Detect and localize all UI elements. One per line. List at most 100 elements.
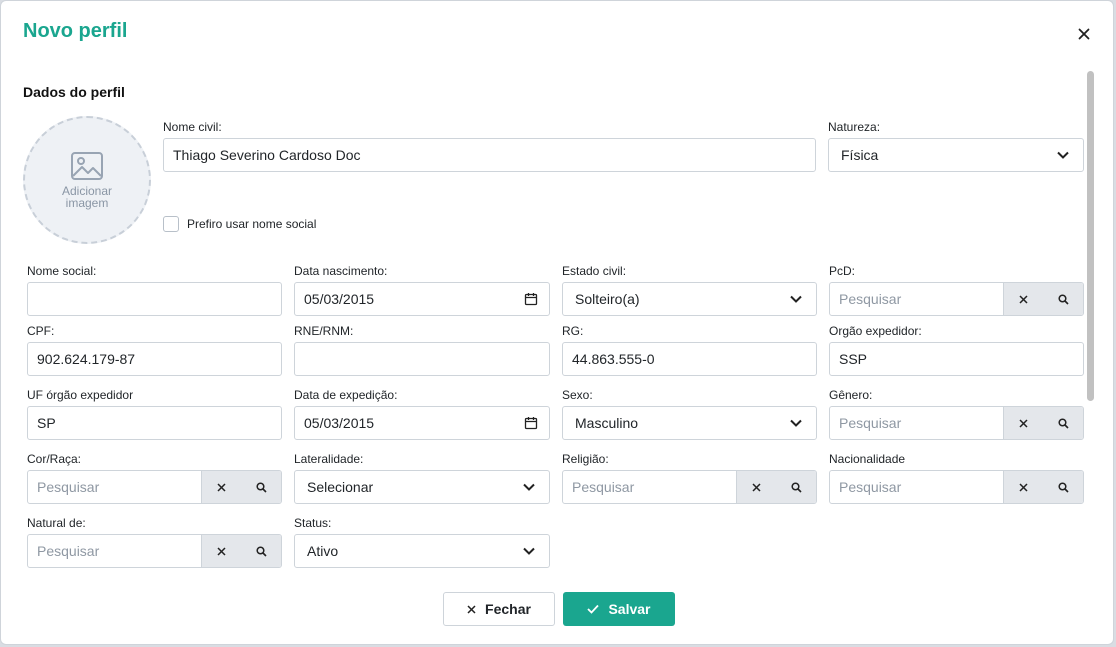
orgao-expedidor-label: Orgão expedidor: bbox=[829, 324, 922, 338]
lateralidade-label: Lateralidade: bbox=[294, 452, 364, 466]
close-icon bbox=[1019, 482, 1028, 492]
pcd-label: PcD: bbox=[829, 264, 856, 278]
religiao-label: Religião: bbox=[562, 452, 609, 466]
calendar-icon[interactable] bbox=[524, 416, 538, 430]
uf-orgao-value: SP bbox=[37, 415, 56, 431]
nome-social-input[interactable] bbox=[27, 282, 282, 316]
data-expedicao-input[interactable]: 05/03/2015 bbox=[294, 406, 550, 440]
status-select[interactable]: Ativo bbox=[294, 534, 550, 568]
cor-raca-search-field[interactable]: Pesquisar bbox=[27, 470, 282, 504]
close-button[interactable]: Fechar bbox=[443, 592, 555, 626]
close-icon bbox=[752, 482, 761, 492]
cor-raca-search-button[interactable] bbox=[241, 471, 281, 503]
status-label: Status: bbox=[294, 516, 332, 530]
chevron-down-icon bbox=[523, 483, 535, 491]
data-nascimento-label: Data nascimento: bbox=[294, 264, 388, 278]
religiao-search-field[interactable]: Pesquisar bbox=[562, 470, 817, 504]
natural-de-clear-button[interactable] bbox=[201, 535, 241, 567]
close-icon bbox=[467, 604, 476, 614]
nome-civil-input[interactable]: Thiago Severino Cardoso Doc bbox=[163, 138, 816, 172]
religiao-search-button[interactable] bbox=[776, 471, 816, 503]
close-icon[interactable] bbox=[1075, 25, 1093, 43]
sexo-select[interactable]: Masculino bbox=[562, 406, 817, 440]
data-nascimento-input[interactable]: 05/03/2015 bbox=[294, 282, 550, 316]
check-icon bbox=[587, 604, 600, 614]
chevron-down-icon bbox=[790, 295, 802, 303]
nacionalidade-search-button[interactable] bbox=[1043, 471, 1083, 503]
search-icon bbox=[255, 545, 267, 557]
orgao-expedidor-input[interactable]: SSP bbox=[829, 342, 1084, 376]
pcd-clear-button[interactable] bbox=[1003, 283, 1043, 315]
cpf-input[interactable]: 902.624.179-87 bbox=[27, 342, 282, 376]
new-profile-modal: Novo perfil Dados do perfil Adicionar im… bbox=[0, 0, 1114, 645]
search-icon bbox=[1057, 417, 1069, 429]
data-expedicao-value: 05/03/2015 bbox=[304, 415, 375, 431]
section-title: Dados do perfil bbox=[23, 84, 125, 100]
estado-civil-label: Estado civil: bbox=[562, 264, 627, 278]
uf-orgao-input[interactable]: SP bbox=[27, 406, 282, 440]
cpf-label: CPF: bbox=[27, 324, 55, 338]
genero-label: Gênero: bbox=[829, 388, 873, 402]
orgao-expedidor-value: SSP bbox=[839, 351, 868, 367]
religiao-clear-button[interactable] bbox=[736, 471, 776, 503]
nacionalidade-placeholder: Pesquisar bbox=[839, 479, 902, 495]
genero-search-button[interactable] bbox=[1043, 407, 1083, 439]
search-icon bbox=[1057, 293, 1069, 305]
chevron-down-icon bbox=[523, 547, 535, 555]
nome-social-label: Nome social: bbox=[27, 264, 97, 278]
rne-input[interactable] bbox=[294, 342, 550, 376]
save-button-label: Salvar bbox=[608, 601, 651, 617]
image-icon bbox=[71, 152, 103, 180]
status-value: Ativo bbox=[307, 543, 339, 559]
search-icon bbox=[790, 481, 802, 493]
nome-civil-value: Thiago Severino Cardoso Doc bbox=[173, 147, 361, 163]
checkbox-box[interactable] bbox=[163, 216, 179, 232]
close-button-label: Fechar bbox=[485, 601, 531, 617]
close-icon bbox=[217, 482, 226, 492]
genero-placeholder: Pesquisar bbox=[839, 415, 902, 431]
sexo-label: Sexo: bbox=[562, 388, 593, 402]
pcd-search-field[interactable]: Pesquisar bbox=[829, 282, 1084, 316]
natureza-value: Física bbox=[841, 147, 879, 163]
estado-civil-select[interactable]: Solteiro(a) bbox=[562, 282, 817, 316]
genero-search-field[interactable]: Pesquisar bbox=[829, 406, 1084, 440]
estado-civil-value: Solteiro(a) bbox=[575, 291, 640, 307]
calendar-icon[interactable] bbox=[524, 292, 538, 306]
natural-de-search-field[interactable]: Pesquisar bbox=[27, 534, 282, 568]
nacionalidade-search-field[interactable]: Pesquisar bbox=[829, 470, 1084, 504]
nome-civil-label: Nome civil: bbox=[163, 120, 222, 134]
genero-clear-button[interactable] bbox=[1003, 407, 1043, 439]
scrollbar[interactable] bbox=[1087, 71, 1094, 571]
natural-de-placeholder: Pesquisar bbox=[37, 543, 100, 559]
modal-title: Novo perfil bbox=[23, 20, 128, 42]
close-icon bbox=[1019, 294, 1028, 304]
lateralidade-select[interactable]: Selecionar bbox=[294, 470, 550, 504]
natureza-select[interactable]: Física bbox=[828, 138, 1084, 172]
nacionalidade-clear-button[interactable] bbox=[1003, 471, 1043, 503]
chevron-down-icon bbox=[790, 419, 802, 427]
cor-raca-clear-button[interactable] bbox=[201, 471, 241, 503]
chevron-down-icon bbox=[1057, 151, 1069, 159]
nacionalidade-label: Nacionalidade bbox=[829, 452, 906, 466]
pcd-placeholder: Pesquisar bbox=[839, 291, 902, 307]
add-image-button[interactable]: Adicionar imagem bbox=[23, 116, 151, 244]
natural-de-label: Natural de: bbox=[27, 516, 86, 530]
save-button[interactable]: Salvar bbox=[563, 592, 675, 626]
pcd-search-button[interactable] bbox=[1043, 283, 1083, 315]
religiao-placeholder: Pesquisar bbox=[572, 479, 635, 495]
close-icon bbox=[217, 546, 226, 556]
search-icon bbox=[255, 481, 267, 493]
rg-value: 44.863.555-0 bbox=[572, 351, 655, 367]
search-icon bbox=[1057, 481, 1069, 493]
scrollbar-thumb[interactable] bbox=[1087, 71, 1094, 401]
natural-de-search-button[interactable] bbox=[241, 535, 281, 567]
rg-input[interactable]: 44.863.555-0 bbox=[562, 342, 817, 376]
nome-social-checkbox[interactable]: Prefiro usar nome social bbox=[163, 216, 316, 232]
cor-raca-label: Cor/Raça: bbox=[27, 452, 82, 466]
natureza-label: Natureza: bbox=[828, 120, 881, 134]
nome-social-checkbox-label: Prefiro usar nome social bbox=[187, 217, 317, 231]
uf-orgao-label: UF órgão expedidor bbox=[27, 388, 134, 402]
rg-label: RG: bbox=[562, 324, 584, 338]
cor-raca-placeholder: Pesquisar bbox=[37, 479, 100, 495]
data-expedicao-label: Data de expedição: bbox=[294, 388, 398, 402]
